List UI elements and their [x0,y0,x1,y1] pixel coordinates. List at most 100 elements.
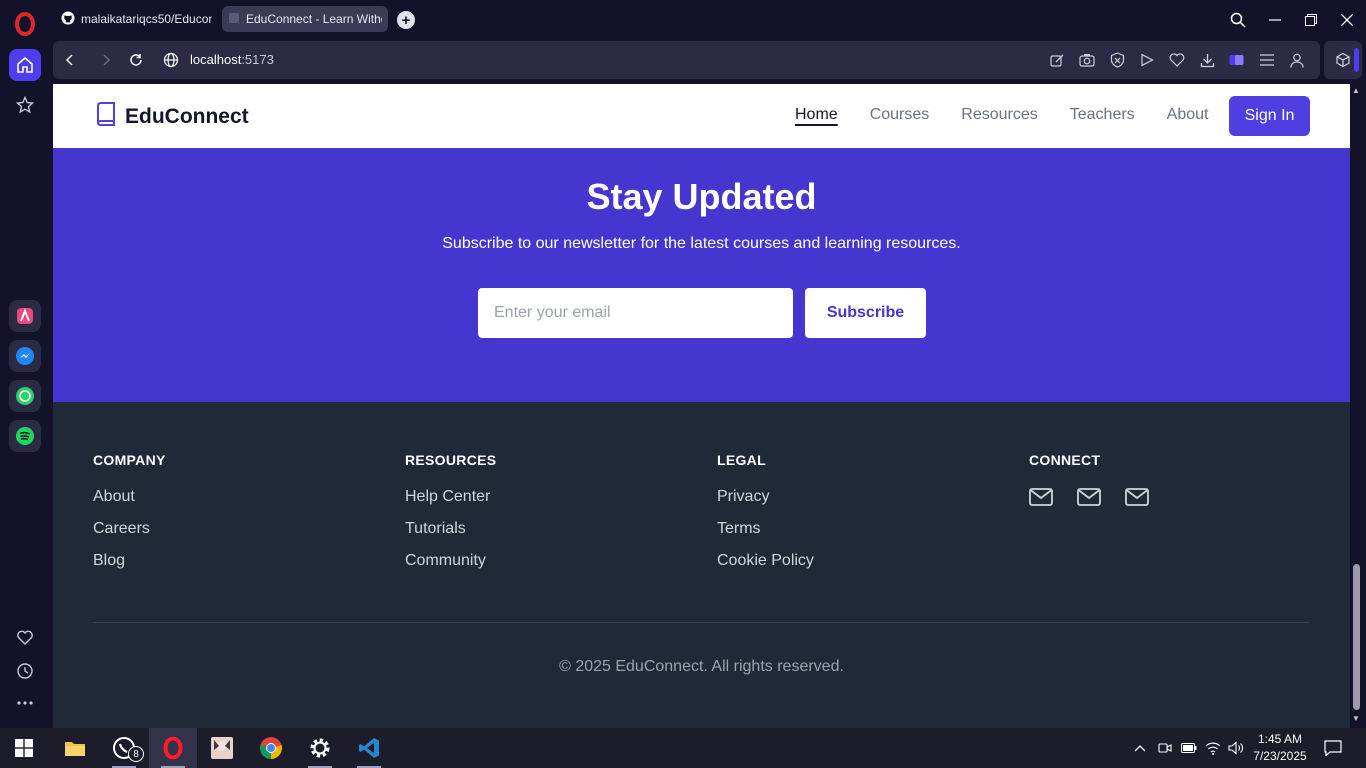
github-icon [61,10,75,28]
restore-icon[interactable] [1301,10,1321,30]
aria-icon[interactable] [9,300,41,332]
messenger-icon[interactable] [9,340,41,372]
footer: COMPANY About Careers Blog RESOURCES Hel… [53,402,1350,728]
heart-icon[interactable] [9,622,41,654]
adblock-shield-icon[interactable] [1107,50,1127,70]
footer-link-terms[interactable]: Terms [717,519,814,551]
easy-setup-icon[interactable] [1257,50,1277,70]
chrome-icon[interactable] [247,728,295,768]
settings-gear-icon[interactable] [296,728,344,768]
minimize-icon[interactable] [1265,10,1285,30]
notification-icon[interactable] [1322,738,1344,758]
search-icon[interactable] [1228,10,1248,30]
battery-saver-icon[interactable] [1227,50,1247,70]
newsletter-section: Stay Updated Subscribe to our newsletter… [53,148,1350,402]
copyright: © 2025 EduConnect. All rights reserved. [559,658,844,675]
whatsapp-unread-badge: 8 [128,746,144,762]
footer-column-legal: LEGAL Privacy Terms Cookie Policy [717,452,814,583]
footer-link-privacy[interactable]: Privacy [717,487,814,519]
tab-strip: malaikatariqcs50/Educonnect EduConnect -… [50,0,1366,40]
windows-start-icon[interactable] [0,728,48,768]
address-bar-row: localhost:5173 [53,41,1320,79]
sidebar-toggle[interactable] [1354,48,1359,72]
footer-link-careers[interactable]: Careers [93,519,166,551]
back-icon[interactable] [60,50,80,70]
footer-column-connect: CONNECT [1029,452,1173,507]
reload-icon[interactable] [126,50,146,70]
system-clock[interactable]: 1:45 AM 7/23/2025 [1248,731,1312,765]
home-icon[interactable] [9,49,41,81]
footer-heading: RESOURCES [405,452,497,468]
site-navbar: EduConnect Home Courses Resources Teache… [53,84,1350,148]
tab-educonnect[interactable]: EduConnect - Learn Without Limits [222,6,388,32]
file-explorer-icon[interactable] [51,728,99,768]
opera-taskbar-icon[interactable] [149,728,197,768]
footer-link-blog[interactable]: Blog [93,551,166,583]
more-icon[interactable] [9,687,41,719]
scroll-thumb[interactable] [1353,564,1360,710]
meet-now-icon[interactable] [1156,738,1174,758]
opera-logo-icon[interactable] [13,12,37,36]
subscribe-button[interactable]: Subscribe [805,288,926,338]
url-port: :5173 [241,52,274,67]
favorite-heart-icon[interactable] [1167,50,1187,70]
clock-time: 1:45 AM [1257,732,1303,746]
email-input[interactable]: Enter your email [478,288,793,338]
url-host: localhost [190,52,242,67]
mail-icon[interactable] [1029,487,1053,507]
clock-date: 7/23/2025 [1253,749,1307,763]
wifi-icon[interactable] [1204,738,1222,758]
scroll-down-icon[interactable]: ▼ [1352,714,1360,723]
camera-icon[interactable] [1077,50,1097,70]
nav-link-home[interactable]: Home [795,106,838,124]
spotify-icon[interactable] [9,420,41,452]
footer-heading: COMPANY [93,452,166,468]
profile-icon[interactable] [1287,50,1307,70]
photos-app-icon[interactable] [198,728,246,768]
vscode-icon[interactable] [345,728,393,768]
footer-divider [93,622,1310,623]
scroll-up-icon[interactable]: ▲ [1352,86,1360,95]
history-clock-icon[interactable] [9,655,41,687]
volume-icon[interactable] [1227,738,1245,758]
close-icon[interactable] [1337,10,1357,30]
footer-column-resources: RESOURCES Help Center Tutorials Communit… [405,452,496,583]
chevron-up-icon[interactable] [1131,738,1149,758]
footer-link-about[interactable]: About [93,487,166,519]
footer-heading: LEGAL [717,452,766,468]
new-tab-button[interactable]: + [397,11,415,29]
globe-icon[interactable] [161,50,181,70]
tab-github[interactable]: malaikatariqcs50/Educonnect [55,6,218,32]
mail-icon[interactable] [1125,487,1149,507]
opera-sidebar [0,0,50,728]
whatsapp-icon[interactable] [9,380,41,412]
url-field[interactable]: localhost:5173 [190,52,274,67]
footer-link-tutorials[interactable]: Tutorials [405,519,496,551]
mail-icon[interactable] [1077,487,1101,507]
footer-link-help-center[interactable]: Help Center [405,487,496,519]
newsletter-subtitle: Subscribe to our newsletter for the late… [442,235,961,252]
footer-link-community[interactable]: Community [405,551,496,583]
footer-heading: CONNECT [1029,452,1101,468]
battery-icon[interactable] [1180,738,1198,758]
social-icons [1029,487,1173,507]
page-icon [228,12,240,27]
play-icon[interactable] [1137,50,1157,70]
sign-in-button[interactable]: Sign In [1229,96,1310,136]
tab-title: malaikatariqcs50/Educonnect [81,12,212,26]
nav-link-resources[interactable]: Resources [961,106,1037,124]
download-icon[interactable] [1197,50,1217,70]
page-scrollbar[interactable]: ▲ ▼ [1350,84,1366,728]
book-icon [95,102,117,131]
speed-dial-star-icon[interactable] [9,89,41,121]
edit-icon[interactable] [1047,50,1067,70]
nav-link-courses[interactable]: Courses [870,106,930,124]
footer-link-cookie-policy[interactable]: Cookie Policy [717,551,814,583]
tab-title: EduConnect - Learn Without Limits [246,12,382,26]
footer-column-company: COMPANY About Careers Blog [93,452,166,583]
newsletter-title: Stay Updated [586,176,817,217]
nav-link-teachers[interactable]: Teachers [1070,106,1135,124]
forward-icon[interactable] [96,50,116,70]
brand[interactable]: EduConnect [95,102,249,131]
nav-link-about[interactable]: About [1167,106,1209,124]
